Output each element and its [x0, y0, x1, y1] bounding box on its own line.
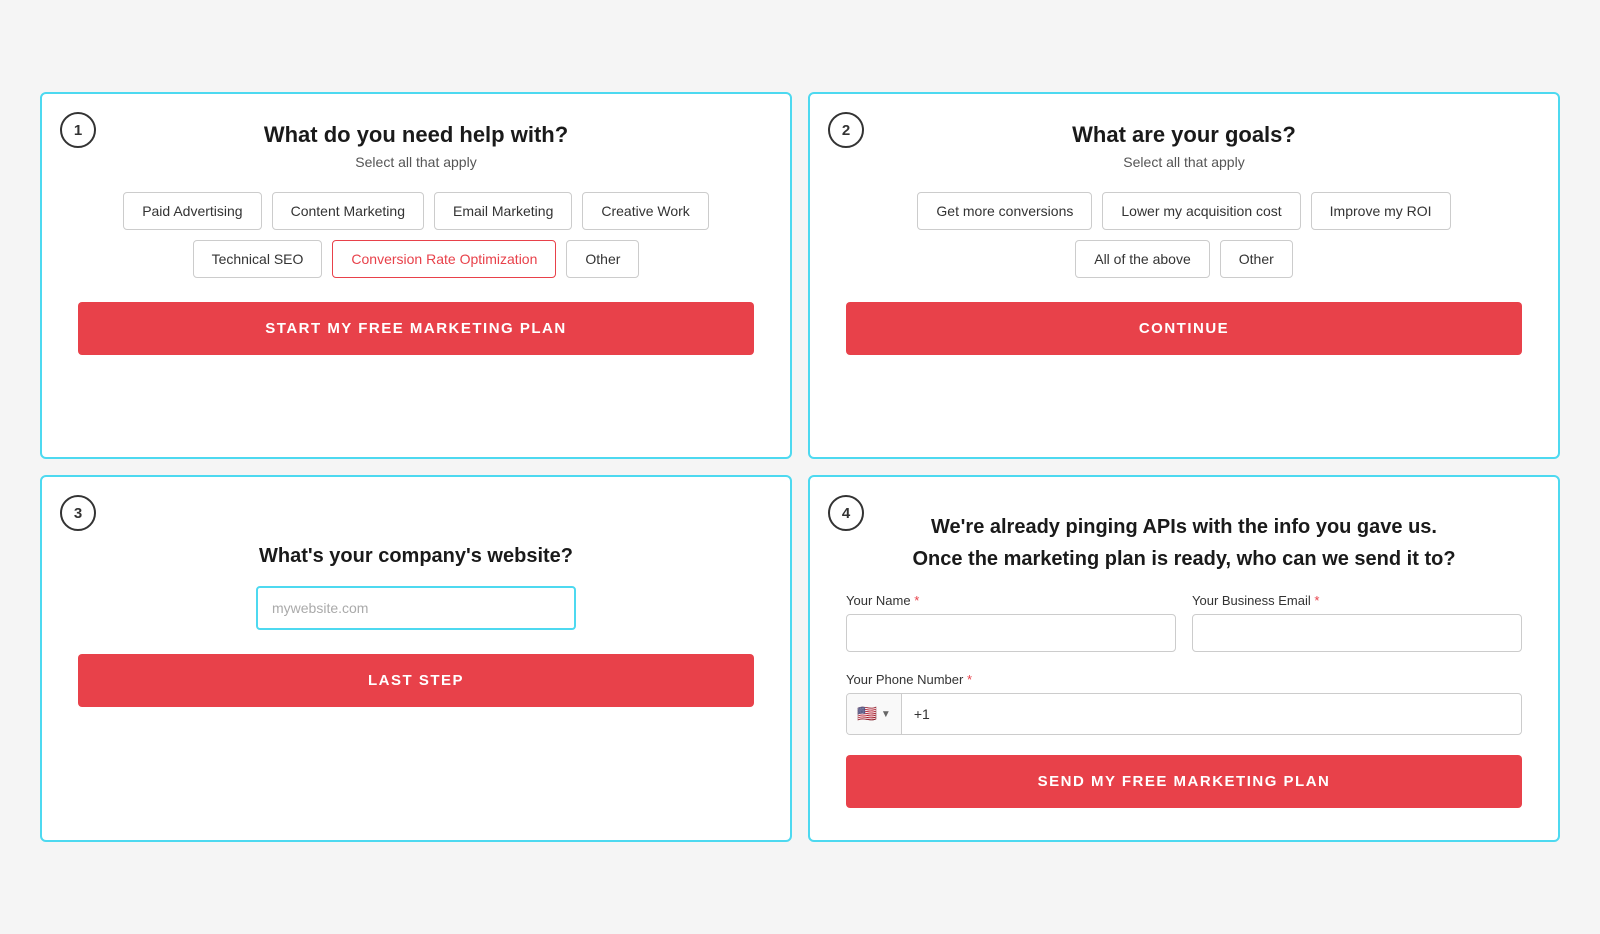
step-badge-3: 3 [60, 495, 96, 531]
step-badge-1: 1 [60, 112, 96, 148]
main-grid: 1 What do you need help with? Select all… [40, 92, 1560, 842]
website-question: What's your company's website? [259, 545, 573, 568]
option-other-1[interactable]: Other [566, 240, 639, 278]
flag-emoji: 🇺🇸 [857, 704, 877, 724]
last-step-button[interactable]: LAST STEP [78, 654, 754, 707]
card-4: 4 We're already pinging APIs with the in… [808, 475, 1560, 842]
option-creative-work[interactable]: Creative Work [582, 192, 708, 230]
chevron-down-icon: ▼ [881, 709, 891, 720]
option-all-above[interactable]: All of the above [1075, 240, 1210, 278]
card2-title: What are your goals? [846, 122, 1522, 148]
email-label: Your Business Email * [1192, 593, 1522, 608]
card4-title-line2: Once the marketing plan is ready, who ca… [846, 545, 1522, 573]
phone-row: 🇺🇸 ▼ [846, 693, 1522, 735]
step-badge-4: 4 [828, 495, 864, 531]
step-badge-2: 2 [828, 112, 864, 148]
phone-flag-selector[interactable]: 🇺🇸 ▼ [847, 694, 902, 734]
phone-required: * [967, 672, 972, 687]
option-content-marketing[interactable]: Content Marketing [272, 192, 424, 230]
website-input[interactable] [256, 586, 576, 630]
option-technical-seo[interactable]: Technical SEO [193, 240, 323, 278]
option-email-marketing[interactable]: Email Marketing [434, 192, 572, 230]
form-name-email: Your Name * Your Business Email * [846, 593, 1522, 652]
option-lower-acquisition[interactable]: Lower my acquisition cost [1102, 192, 1300, 230]
continue-button[interactable]: CONTINUE [846, 302, 1522, 355]
phone-label: Your Phone Number * [846, 672, 1522, 687]
card-2: 2 What are your goals? Select all that a… [808, 92, 1560, 459]
name-label: Your Name * [846, 593, 1176, 608]
option-paid-advertising[interactable]: Paid Advertising [123, 192, 261, 230]
website-section: What's your company's website? [78, 545, 754, 630]
card1-options: Paid Advertising Content Marketing Email… [78, 192, 754, 278]
name-required: * [914, 593, 919, 608]
phone-input[interactable] [902, 696, 1521, 732]
email-required: * [1314, 593, 1319, 608]
card-3: 3 What's your company's website? LAST ST… [40, 475, 792, 842]
email-group: Your Business Email * [1192, 593, 1522, 652]
start-plan-button[interactable]: START MY FREE MARKETING PLAN [78, 302, 754, 355]
send-plan-button[interactable]: SEND MY FREE MARKETING PLAN [846, 755, 1522, 808]
option-more-conversions[interactable]: Get more conversions [917, 192, 1092, 230]
card-1: 1 What do you need help with? Select all… [40, 92, 792, 459]
option-improve-roi[interactable]: Improve my ROI [1311, 192, 1451, 230]
name-group: Your Name * [846, 593, 1176, 652]
card2-options: Get more conversions Lower my acquisitio… [846, 192, 1522, 278]
card4-title-line1: We're already pinging APIs with the info… [846, 513, 1522, 541]
email-input[interactable] [1192, 614, 1522, 652]
card2-subtitle: Select all that apply [846, 154, 1522, 170]
name-input[interactable] [846, 614, 1176, 652]
option-cro[interactable]: Conversion Rate Optimization [332, 240, 556, 278]
option-other-2[interactable]: Other [1220, 240, 1293, 278]
card1-title: What do you need help with? [78, 122, 754, 148]
card1-subtitle: Select all that apply [78, 154, 754, 170]
phone-section: Your Phone Number * 🇺🇸 ▼ [846, 672, 1522, 735]
